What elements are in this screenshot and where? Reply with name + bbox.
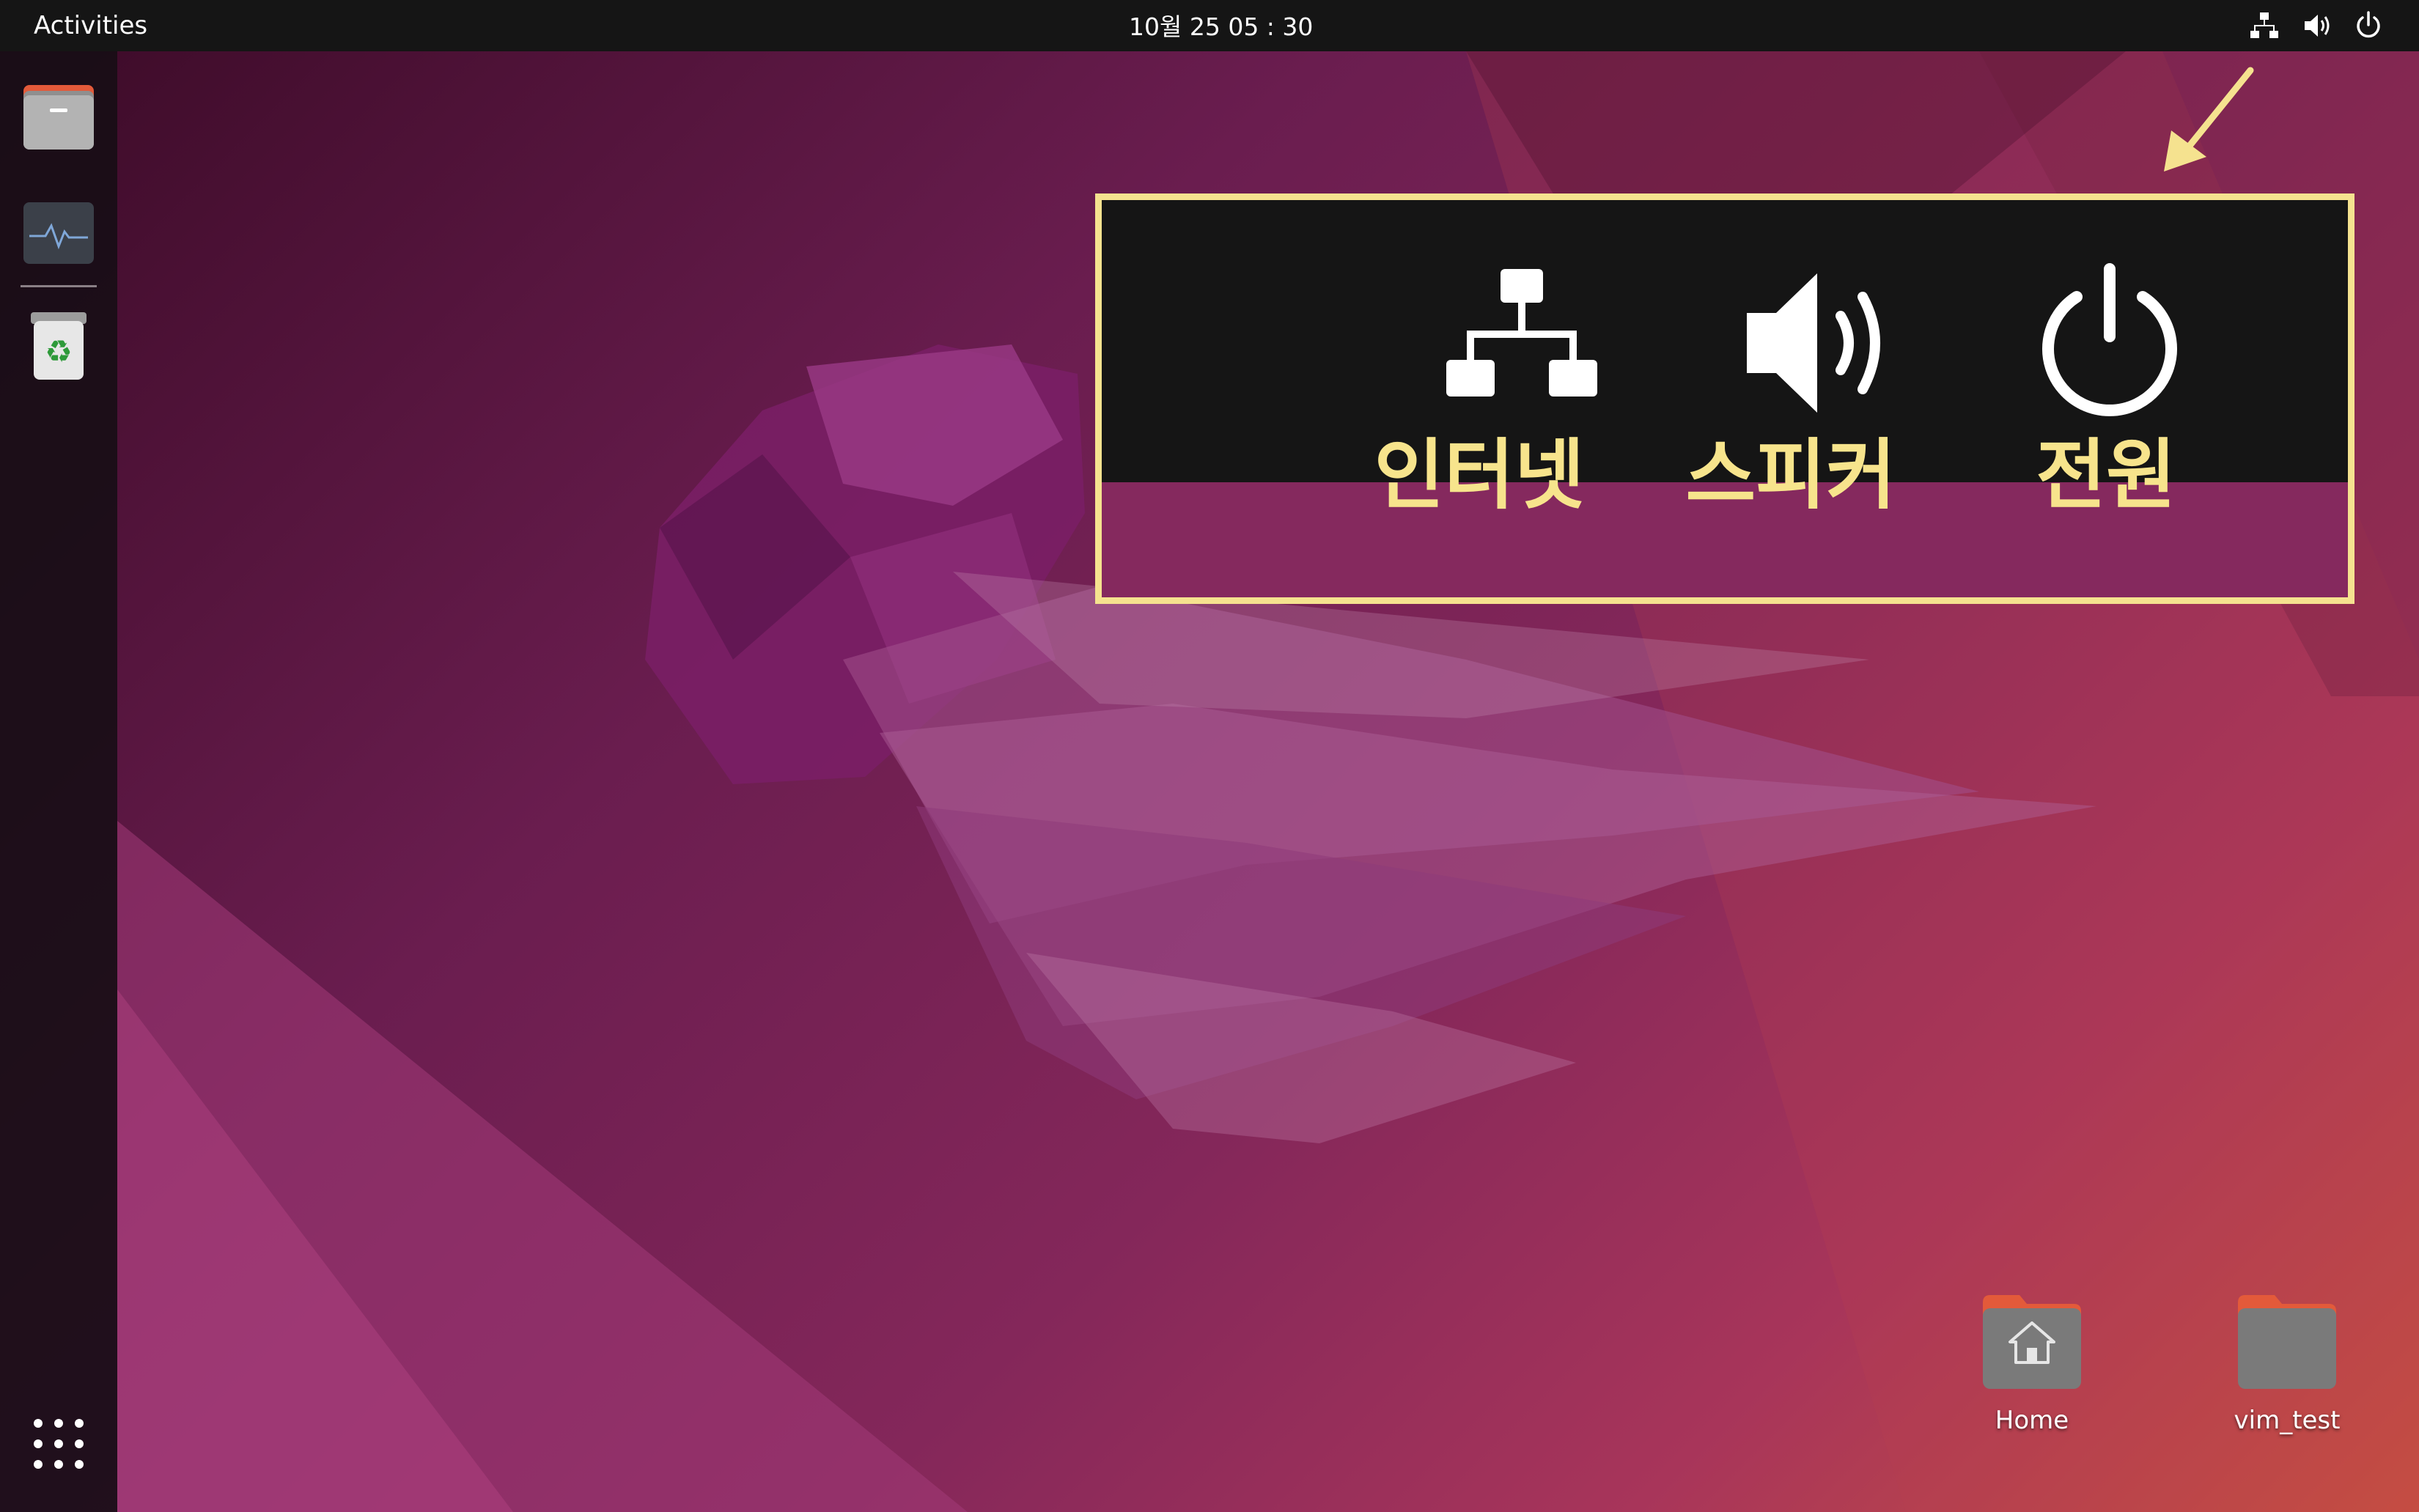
clock[interactable]: 10월 25 05 : 30	[1129, 10, 1422, 44]
desktop-icon-label: vim_test	[2234, 1406, 2341, 1435]
power-icon[interactable]	[2353, 10, 2384, 41]
volume-icon	[1747, 273, 1880, 413]
dock-separator	[21, 285, 97, 287]
desktop-icon-vim-test[interactable]: vim_test	[2214, 1286, 2360, 1455]
trash-icon[interactable]: ♻	[21, 306, 97, 383]
home-folder-icon	[1983, 1295, 2081, 1389]
activities-button[interactable]: Activities	[34, 9, 147, 43]
network-icon[interactable]	[2249, 10, 2280, 41]
speaker-label: 스피커	[1685, 430, 1896, 520]
svg-text:♻: ♻	[45, 333, 73, 369]
internet-label: 인터넷	[1374, 430, 1585, 520]
folder-icon	[2238, 1295, 2336, 1389]
desktop-screen: Activities 10월 25 05 : 30 ♻ 인터넷 스피커 전원 H…	[0, 0, 2419, 1512]
arrow-icon	[2164, 67, 2254, 172]
volume-icon[interactable]	[2302, 10, 2333, 41]
power-icon	[2042, 263, 2177, 416]
apps-grid-icon[interactable]	[31, 1416, 86, 1472]
dock: ♻	[0, 51, 117, 1512]
network-icon	[1446, 269, 1597, 397]
tray-callout: 인터넷 스피커 전원	[1095, 193, 2354, 604]
system-monitor-icon[interactable]	[21, 195, 97, 271]
files-icon[interactable]	[21, 79, 97, 155]
top-bar: Activities 10월 25 05 : 30	[0, 0, 2419, 51]
power-label: 전원	[2036, 430, 2176, 520]
desktop-icon-label: Home	[1995, 1406, 2069, 1435]
desktop-icon-home[interactable]: Home	[1959, 1286, 2105, 1455]
